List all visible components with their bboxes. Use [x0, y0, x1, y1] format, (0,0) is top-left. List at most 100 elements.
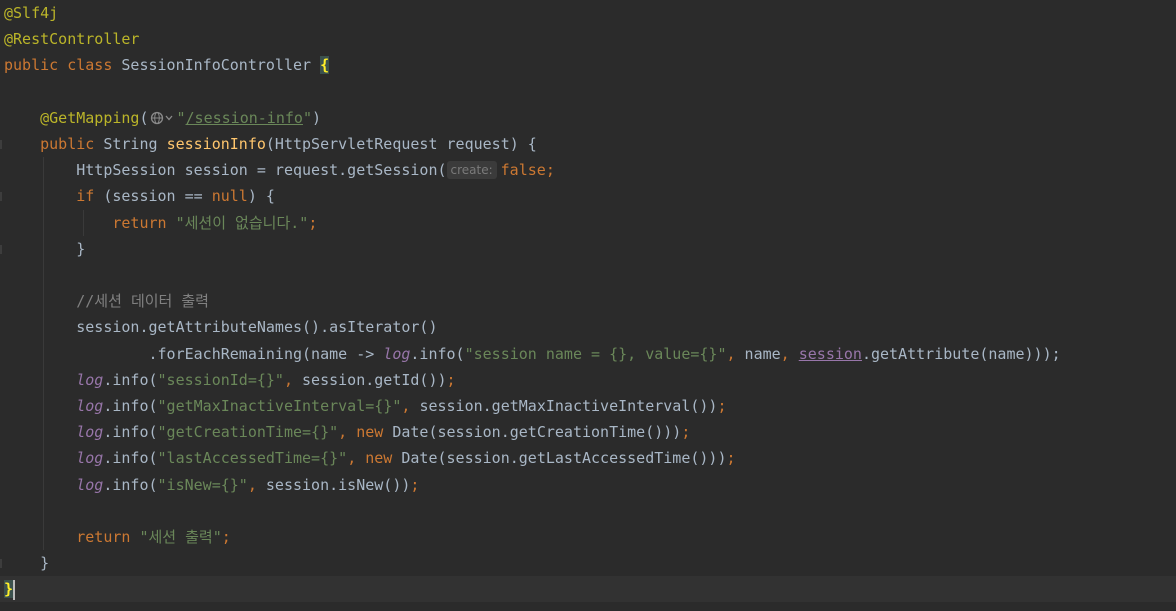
code-token: Date(session.getLastAccessedTime())) [401, 449, 727, 468]
globe-icon[interactable] [150, 107, 176, 133]
string-token: "세션이 없습니다." [175, 213, 309, 232]
keyword-token: false [500, 161, 546, 180]
code-line-content: session.getAttributeNames().asIterator() [4, 314, 437, 340]
keyword-token: , [401, 397, 420, 415]
string-token: "getMaxInactiveInterval={}" [157, 397, 402, 415]
code-token: session.getAttributeNames().asIterator() [4, 318, 438, 337]
code-token: } [4, 554, 50, 573]
code-line[interactable]: session.getAttributeNames().asIterator() [0, 314, 1176, 340]
matched-brace: { [320, 56, 330, 75]
code-token: String [103, 135, 167, 153]
code-line[interactable]: log.info("getMaxInactiveInterval={}", se… [0, 393, 1176, 419]
code-token: name [744, 344, 781, 363]
code-line[interactable]: return "세션 출력"; [0, 524, 1176, 550]
keyword-token: , new [347, 449, 402, 468]
string-token: "세션 출력" [139, 528, 222, 546]
code-line-content: } [4, 550, 49, 576]
code-line[interactable]: log.info("isNew={}", session.isNew()); [0, 472, 1176, 498]
code-token: ( [139, 108, 149, 127]
code-token: .forEachRemaining(name -> [4, 344, 384, 363]
string-token: " [302, 108, 312, 127]
keyword-token: ; [410, 475, 420, 494]
code-token: HttpSession session = request.getSession… [4, 161, 447, 180]
code-line-content: if (session == null) { [4, 183, 275, 209]
keyword-token: , [247, 475, 266, 494]
code-line[interactable]: } [0, 550, 1176, 576]
url-link[interactable]: /session-info [186, 109, 303, 127]
code-line-content: public class SessionInfoController { [4, 52, 330, 78]
code-line[interactable]: if (session == null) { [0, 183, 1176, 209]
code-line-content: log.info("isNew={}", session.isNew()); [4, 472, 419, 498]
code-line-content: return "세션 출력"; [4, 524, 231, 550]
code-line-content: HttpSession session = request.getSession… [4, 157, 555, 183]
code-token: .info( [103, 449, 158, 468]
string-token: "sessionId={}" [157, 370, 284, 389]
keyword-token: public [4, 135, 104, 153]
keyword-token: , new [338, 423, 393, 442]
code-token: } [4, 239, 86, 258]
code-editor[interactable]: @Slf4j @RestController public class Sessio… [0, 0, 1176, 611]
keyword-token: , [726, 344, 745, 363]
code-line[interactable]: @Slf4j [0, 0, 1176, 26]
logger-field-token: log [4, 370, 104, 389]
keyword-token: ; [545, 161, 555, 180]
code-token: session.getMaxInactiveInterval()) [419, 397, 718, 415]
code-token: (session == [103, 187, 212, 206]
code-line[interactable]: //세션 데이터 출력 [0, 288, 1176, 314]
code-token: (HttpServletRequest request) { [265, 135, 537, 153]
keyword-token: ; [726, 449, 736, 468]
code-line[interactable]: log.info("lastAccessedTime={}", new Date… [0, 445, 1176, 471]
string-token: "session name = {}, value={}" [464, 344, 727, 363]
code-line-content: @GetMapping("/session-info") [4, 105, 321, 133]
code-line-content: } [4, 236, 85, 262]
text-cursor [13, 580, 15, 600]
code-line-content: return "세션이 없습니다."; [4, 210, 317, 236]
code-line[interactable]: public class SessionInfoController { [0, 52, 1176, 78]
keyword-token: return [4, 213, 176, 232]
keyword-token: return [4, 528, 140, 546]
logger-field-token: log [383, 344, 411, 363]
string-token: "lastAccessedTime={}" [157, 449, 348, 468]
comment-token: //세션 데이터 출력 [4, 292, 209, 311]
matched-brace: } [4, 580, 14, 599]
logger-field-token: log [4, 397, 104, 415]
keyword-token: ; [717, 397, 727, 415]
logger-field-token: log [4, 475, 104, 494]
keyword-token: if [4, 187, 104, 206]
code-line[interactable]: log.info("getCreationTime={}", new Date(… [0, 419, 1176, 445]
keyword-token: , [283, 370, 303, 389]
code-line[interactable] [0, 262, 1176, 288]
code-token: .info( [103, 370, 158, 389]
code-line[interactable]: @RestController [0, 26, 1176, 52]
code-token: .info( [103, 423, 158, 442]
code-line[interactable]: HttpSession session = request.getSession… [0, 157, 1176, 183]
code-token: ) { [247, 187, 275, 206]
code-line-content: log.info("lastAccessedTime={}", new Date… [4, 445, 736, 471]
field-reference-token: session [798, 344, 862, 363]
logger-field-token: log [4, 423, 104, 442]
parameter-hint[interactable]: create: [446, 161, 497, 180]
code-line[interactable] [0, 79, 1176, 105]
code-line[interactable]: return "세션이 없습니다."; [0, 210, 1176, 236]
code-token: session.isNew()) [265, 475, 411, 494]
code-token: .info( [103, 397, 158, 415]
code-token: Date(session.getCreationTime())) [392, 423, 682, 442]
code-token: ) [311, 108, 321, 127]
code-line[interactable]: } [0, 236, 1176, 262]
logger-field-token: log [4, 449, 104, 468]
code-line[interactable]: log.info("sessionId={}", session.getId()… [0, 367, 1176, 393]
code-line-content: //세션 데이터 출력 [4, 288, 209, 314]
string-token: "getCreationTime={}" [157, 423, 339, 442]
code-line-content: } [4, 576, 14, 602]
code-line[interactable]: @GetMapping("/session-info") [0, 105, 1176, 131]
code-line-content: public String sessionInfo(HttpServletReq… [4, 131, 537, 157]
code-line[interactable]: public String sessionInfo(HttpServletReq… [0, 131, 1176, 157]
code-line[interactable] [0, 498, 1176, 524]
code-line[interactable]: } [0, 576, 1176, 603]
code-line-content: @RestController [4, 26, 139, 52]
code-token: .info( [103, 475, 158, 494]
code-line-content: .forEachRemaining(name -> log.info("sess… [4, 341, 1060, 367]
code-line-content: log.info("sessionId={}", session.getId()… [4, 367, 455, 393]
code-line[interactable]: .forEachRemaining(name -> log.info("sess… [0, 341, 1176, 367]
